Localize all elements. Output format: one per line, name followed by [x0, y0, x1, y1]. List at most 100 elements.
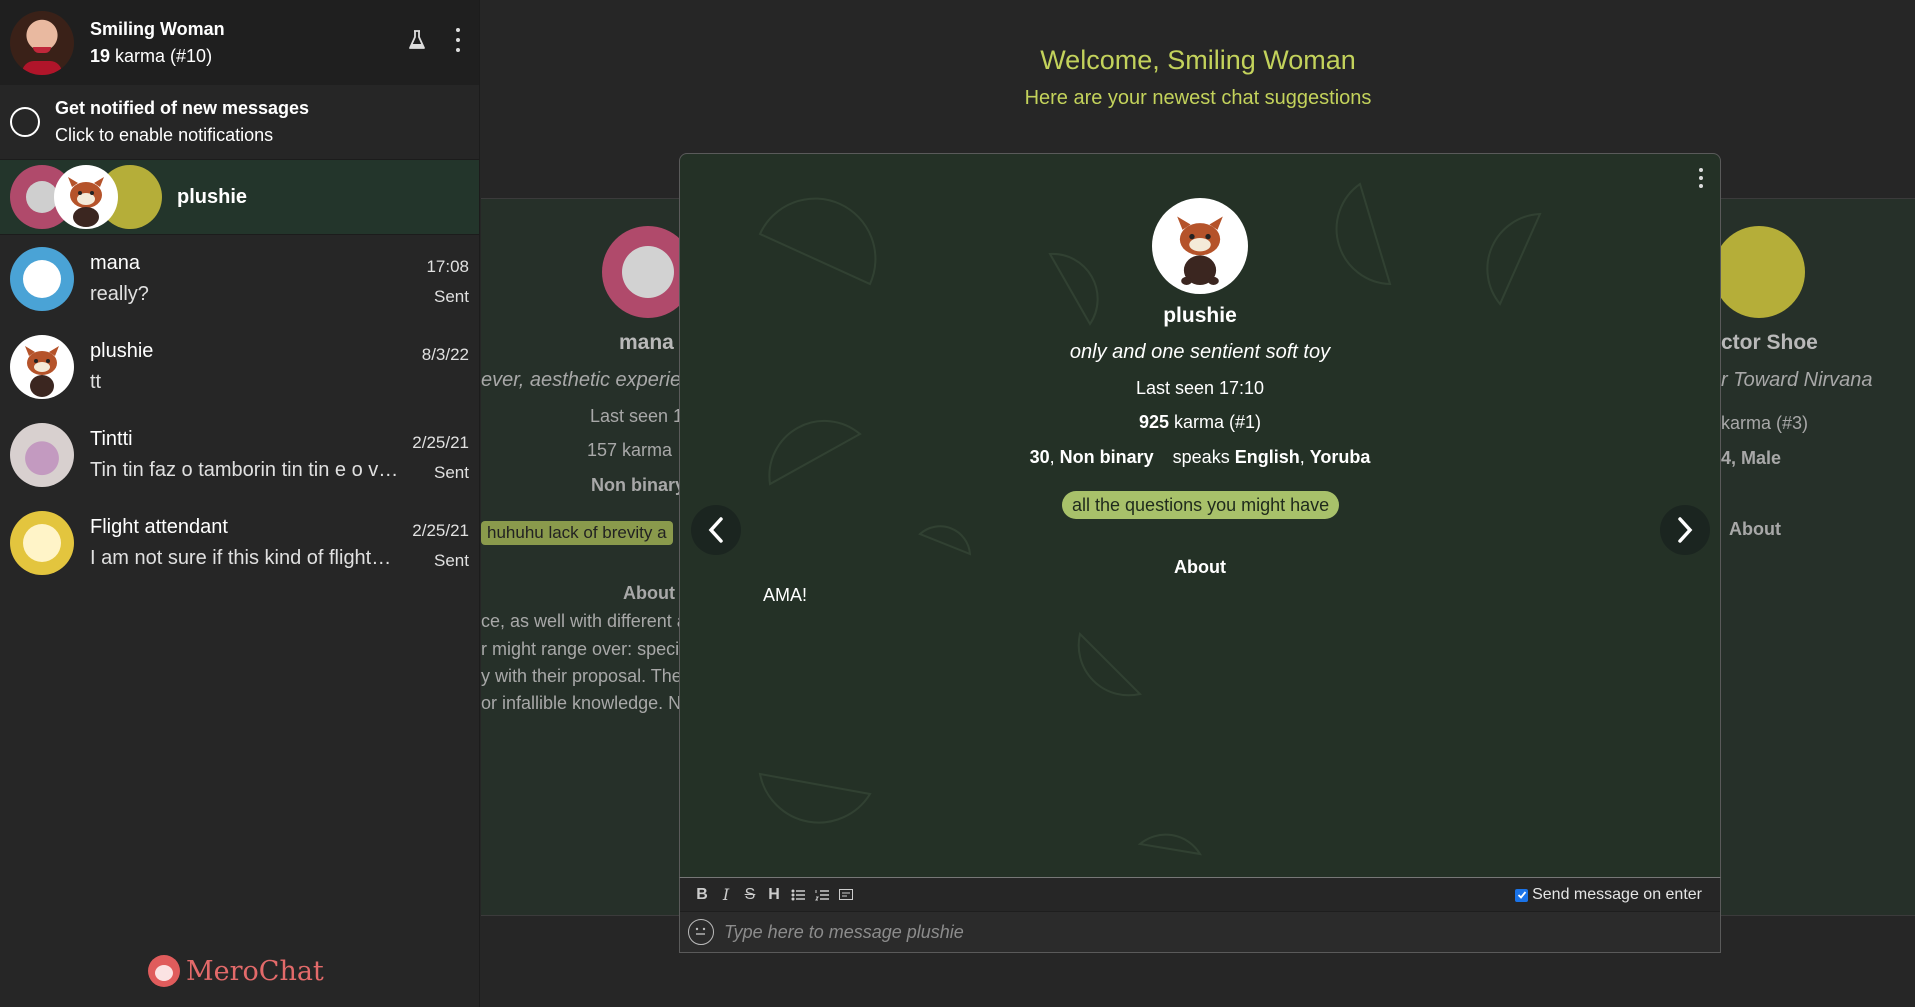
- my-avatar[interactable]: [10, 10, 74, 75]
- suggestion-about-line: ce, as well with different a: [481, 611, 681, 631]
- karma-value: 19: [90, 45, 111, 66]
- profile-headline: only and one sentient soft toy: [1069, 341, 1331, 363]
- chat-item-mana[interactable]: mana really? 17:08 Sent: [0, 235, 479, 323]
- send-on-enter-label: Send message on enter: [1532, 886, 1702, 903]
- welcome-title: Welcome, Smiling Woman: [1040, 45, 1356, 75]
- next-suggestion-card[interactable]: ctor Shoe r Toward Nirvana karma (#3) 4,…: [1721, 198, 1915, 916]
- chat-item-flight-attendant[interactable]: Flight attendant I am not sure if this k…: [0, 499, 479, 587]
- suggestion-headline: ever, aesthetic experie: [481, 369, 681, 391]
- chat-last-message: really?: [90, 283, 149, 305]
- chevron-left-icon: [708, 517, 723, 543]
- merochat-logo[interactable]: MeroChat: [148, 955, 324, 987]
- bold-icon[interactable]: B: [690, 883, 714, 907]
- suggestion-about-title: About: [623, 583, 675, 603]
- profile-header[interactable]: Smiling Woman 19 karma (#10): [0, 0, 479, 85]
- enable-notifications-button[interactable]: Get notified of new messages Click to en…: [0, 85, 479, 160]
- emoji-icon[interactable]: [688, 919, 714, 945]
- suggestion-avatar-plushie: [54, 165, 118, 229]
- suggestion-last-seen: Last seen 1: [590, 406, 681, 426]
- next-suggestion-button[interactable]: [1660, 505, 1710, 555]
- avatar: [10, 511, 74, 575]
- chat-status: Sent: [434, 287, 469, 306]
- input-row: [680, 912, 1720, 952]
- previous-suggestion-card[interactable]: mana ever, aesthetic experie Last seen 1…: [481, 198, 681, 916]
- avatar: [10, 423, 74, 487]
- suggestion-headline: r Toward Nirvana: [1721, 369, 1873, 391]
- suggestions-panel: Welcome, Smiling Woman Here are your new…: [481, 0, 1915, 1007]
- chat-time: 2/25/21: [412, 433, 469, 452]
- circle-icon: [10, 107, 40, 137]
- welcome-subtitle: Here are your newest chat suggestions: [1024, 87, 1372, 109]
- suggestion-karma: karma (#3): [1721, 413, 1809, 433]
- previous-suggestion-button[interactable]: [691, 505, 741, 555]
- sidebar: Smiling Woman 19 karma (#10) Get notifie…: [0, 0, 480, 1007]
- profile-karma: 925 karma (#1): [680, 412, 1720, 433]
- merochat-logo-icon: [148, 955, 180, 987]
- chat-time: 8/3/22: [421, 345, 469, 364]
- flask-icon[interactable]: [408, 30, 426, 50]
- profile-last-seen: Last seen 17:10: [1135, 378, 1265, 398]
- suggestion-details: 4, Male: [1721, 448, 1782, 468]
- suggestion-about-line: or infallible knowledge. No: [481, 693, 681, 713]
- heading-icon[interactable]: H: [762, 883, 786, 907]
- profile-avatar[interactable]: [1152, 198, 1248, 294]
- chat-time: 17:08: [426, 257, 469, 276]
- profile-age: 30: [1029, 447, 1050, 467]
- menu-icon[interactable]: [452, 28, 464, 52]
- numbered-list-icon[interactable]: [810, 883, 834, 907]
- card-menu-icon[interactable]: [1696, 168, 1706, 188]
- message-input[interactable]: [724, 921, 1624, 943]
- profile-karma-value: 925: [1138, 412, 1169, 432]
- notify-title: Get notified of new messages: [55, 98, 310, 118]
- brand-name: MeroChat: [186, 955, 324, 987]
- strikethrough-icon[interactable]: S: [738, 883, 762, 907]
- bullet-list-icon[interactable]: [786, 883, 810, 907]
- suggestion-profile-card: plushie only and one sentient soft toy L…: [679, 153, 1721, 953]
- karma-rank: karma (#10): [110, 45, 213, 66]
- suggestion-tag: huhuhu lack of brevity a: [481, 521, 673, 545]
- suggestion-about-line: r might range over: speci: [481, 639, 680, 659]
- chat-status: Sent: [434, 551, 469, 570]
- profile-info: Smiling Woman 19 karma (#10): [90, 19, 225, 67]
- chat-name: plushie: [90, 340, 154, 362]
- chat-item-tintti[interactable]: Tintti Tin tin faz o tamborin tin tin e …: [0, 411, 479, 499]
- suggestion-details: Non binary: [591, 475, 681, 495]
- chevron-right-icon: [1678, 517, 1693, 543]
- preview-icon[interactable]: [834, 883, 858, 907]
- chat-last-message: I am not sure if this kind of flights ar…: [90, 547, 400, 569]
- suggestion-about-title: About: [1729, 519, 1781, 539]
- chat-status: Sent: [434, 463, 469, 482]
- suggestion-karma: 157 karma: [587, 440, 673, 460]
- send-on-enter-checkbox[interactable]: [1515, 888, 1529, 902]
- avatar: [10, 335, 74, 399]
- chat-last-message: Tin tin faz o tamborin tin tin e o vento…: [90, 459, 400, 481]
- profile-language: Yoruba: [1309, 447, 1371, 467]
- formatting-toolbar: B I S H Send message on enter: [680, 878, 1720, 912]
- profile-gender: Non binary: [1059, 447, 1154, 467]
- profile-karma: 19 karma (#10): [90, 46, 225, 67]
- avatar: [602, 226, 681, 318]
- profile-karma-rank: karma (#1): [1169, 412, 1262, 432]
- profile-details: 30, Non binary speaks English, Yoruba: [1029, 447, 1371, 467]
- suggestion-name: plushie: [177, 186, 248, 208]
- avatar: [10, 247, 74, 311]
- chat-time: 2/25/21: [412, 521, 469, 540]
- profile-language: English: [1234, 447, 1300, 467]
- suggestions-entry[interactable]: plushie: [0, 160, 479, 235]
- send-on-enter-option[interactable]: Send message on enter: [1515, 886, 1702, 904]
- suggestion-about-line: y with their proposal. The: [481, 666, 681, 686]
- profile-speaks-label: speaks: [1172, 447, 1230, 467]
- profile-about-title: About: [1174, 557, 1226, 577]
- message-composer: B I S H Send message on enter: [679, 877, 1721, 953]
- profile-name: plushie: [1163, 304, 1237, 327]
- avatar: [1721, 226, 1805, 318]
- profile-tag: all the questions you might have: [1062, 491, 1340, 519]
- suggestion-name: mana: [619, 331, 674, 354]
- profile-about-text: AMA!: [763, 585, 808, 605]
- chat-last-message: tt: [90, 371, 102, 393]
- profile-name: Smiling Woman: [90, 18, 225, 39]
- chat-item-plushie[interactable]: plushie tt 8/3/22: [0, 323, 479, 411]
- notify-subtitle: Click to enable notifications: [55, 125, 274, 145]
- chat-name: mana: [90, 252, 141, 274]
- italic-icon[interactable]: I: [714, 883, 738, 907]
